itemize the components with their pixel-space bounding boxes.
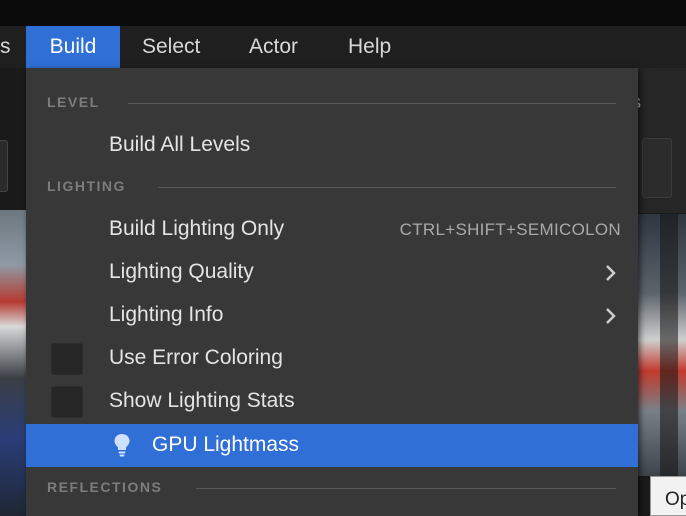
menubar-item-build[interactable]: Build — [26, 26, 120, 68]
toolbar-left-fragment[interactable] — [0, 140, 8, 192]
tooltip-fragment: Op — [650, 476, 686, 516]
section-divider — [128, 103, 616, 104]
viewport-right-shadow — [660, 214, 678, 476]
section-label-lighting: LIGHTING — [47, 178, 126, 194]
menubar-item-select[interactable]: Select — [142, 26, 200, 68]
menu-item-use-error-coloring[interactable]: Use Error Coloring — [26, 337, 638, 380]
main-menubar: s Build Select Actor Help — [0, 26, 686, 68]
section-header-level: LEVEL — [26, 90, 638, 116]
chevron-right-icon — [606, 308, 616, 324]
menu-item-label: Build All Levels — [109, 133, 251, 156]
build-menu-dropdown: LEVEL Build All Levels LIGHTING Build Li… — [26, 68, 638, 516]
section-label-reflections: REFLECTIONS — [47, 479, 163, 495]
menu-item-build-all-levels[interactable]: Build All Levels — [26, 124, 638, 167]
menubar-item-actor[interactable]: Actor — [249, 26, 298, 68]
menu-item-label: Lighting Info — [109, 303, 224, 326]
menu-item-build-lighting-only[interactable]: Build Lighting Only CTRL+SHIFT+SEMICOLON — [26, 208, 638, 251]
section-label-level: LEVEL — [47, 94, 100, 110]
checkbox-show-lighting-stats[interactable] — [51, 386, 83, 418]
chevron-right-icon — [606, 265, 616, 281]
menu-item-label: GPU Lightmass — [152, 433, 300, 456]
menu-item-label: Lighting Quality — [109, 260, 254, 283]
section-header-lighting: LIGHTING — [26, 174, 638, 200]
menu-item-lighting-quality[interactable]: Lighting Quality — [26, 251, 638, 294]
menu-item-show-lighting-stats[interactable]: Show Lighting Stats — [26, 380, 638, 423]
menu-item-label: Build Lighting Only — [109, 217, 285, 240]
keyboard-shortcut: CTRL+SHIFT+SEMICOLON — [399, 220, 621, 239]
checkbox-use-error-coloring[interactable] — [51, 343, 83, 375]
section-header-reflections: REFLECTIONS — [26, 475, 638, 501]
toolbar-button-fragment[interactable] — [642, 138, 672, 198]
section-divider — [158, 187, 616, 188]
menubar-item-tools[interactable]: s — [0, 26, 14, 68]
menu-item-label: Use Error Coloring — [109, 346, 283, 369]
window-top-strip — [0, 0, 686, 26]
section-divider — [196, 488, 616, 489]
menu-item-gpu-lightmass[interactable]: GPU Lightmass — [26, 424, 638, 467]
lightbulb-icon — [114, 434, 130, 457]
menubar-item-help[interactable]: Help — [348, 26, 391, 68]
viewport-left-fragment[interactable] — [0, 210, 26, 516]
menu-item-label: Show Lighting Stats — [109, 389, 295, 412]
menu-item-lighting-info[interactable]: Lighting Info — [26, 294, 638, 337]
